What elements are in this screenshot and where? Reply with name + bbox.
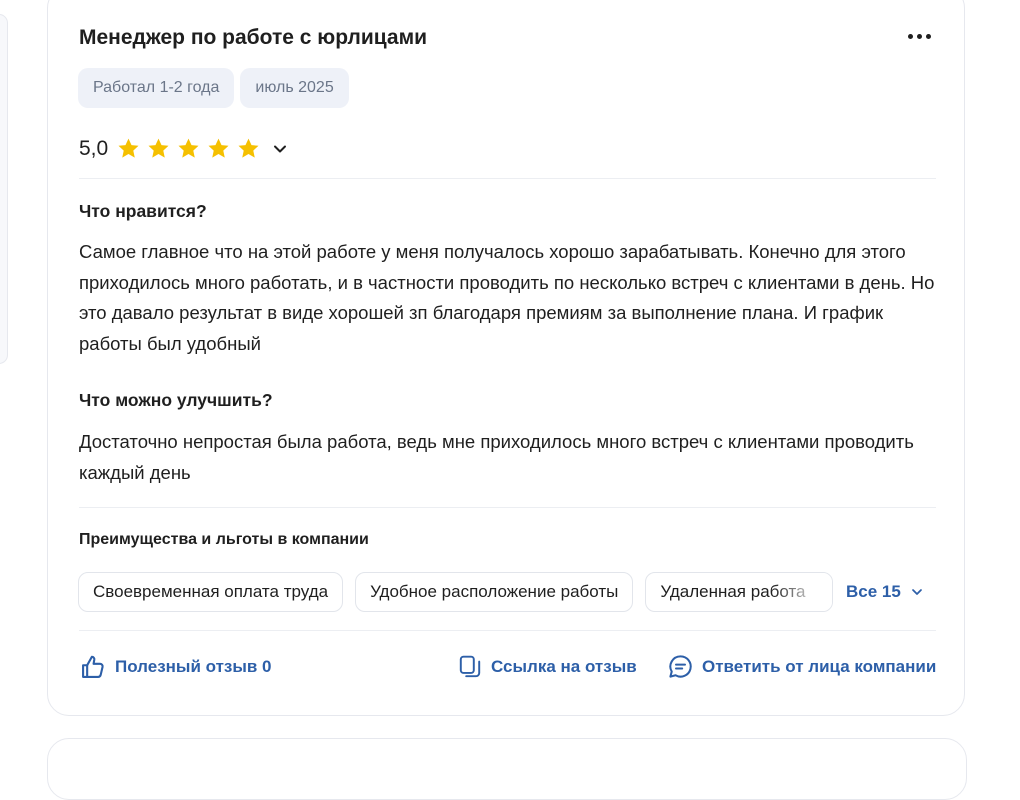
next-review-card [47,738,967,800]
chevron-down-icon[interactable] [270,139,290,159]
tag-date: июль 2025 [240,68,349,108]
copy-link-button[interactable]: Ссылка на отзыв [457,653,637,681]
helpful-button[interactable]: Полезный отзыв 0 [79,653,272,681]
divider [79,178,936,179]
helpful-label: Полезный отзыв 0 [115,657,272,676]
likes-text: Самое главное что на этой работе у меня … [79,241,935,354]
improve-heading: Что можно улучшить? [79,390,273,410]
rating-stars [116,136,261,161]
star-icon [148,138,169,158]
tag-experience: Работал 1-2 года [78,68,235,108]
star-icon [118,138,139,158]
chat-bubble-icon [669,655,692,678]
divider [79,630,936,631]
company-reply-button[interactable]: Ответить от лица компании [667,653,936,680]
benefit-chip[interactable]: Удаленная работа [645,572,834,612]
company-reply-label: Ответить от лица компании [702,656,937,676]
divider [79,507,936,508]
likes-heading: Что нравится? [79,201,207,221]
chevron-down-icon [911,589,922,595]
copy-link-icon [459,655,481,678]
benefits-title: Преимущества и льготы в компании [79,531,369,548]
star-icon [178,138,199,158]
review-tags: Работал 1-2 года июль 2025 [78,68,349,108]
show-all-label: Все 15 [846,582,901,601]
review-title: Менеджер по работе с юрлицами [79,26,428,49]
star-icon [208,138,229,158]
thumbs-up-icon [82,655,104,678]
rating-value: 5,0 [79,136,109,160]
benefit-chip[interactable]: Удобное расположение работы [355,572,634,612]
improve-text: Достаточно непростая была работа, ведь м… [79,431,914,483]
benefit-chip[interactable]: Своевременная оплата труда [78,572,344,612]
benefits-list: Своевременная оплата труда Удобное распо… [78,572,834,612]
more-options-button[interactable] [903,24,935,48]
adjacent-panel [0,14,8,364]
copy-link-label: Ссылка на отзыв [491,657,637,676]
star-icon [238,138,259,158]
rating-row: 5,0 [79,136,290,161]
more-icon [907,33,913,39]
show-all-benefits-button[interactable]: Все 15 [846,582,925,602]
